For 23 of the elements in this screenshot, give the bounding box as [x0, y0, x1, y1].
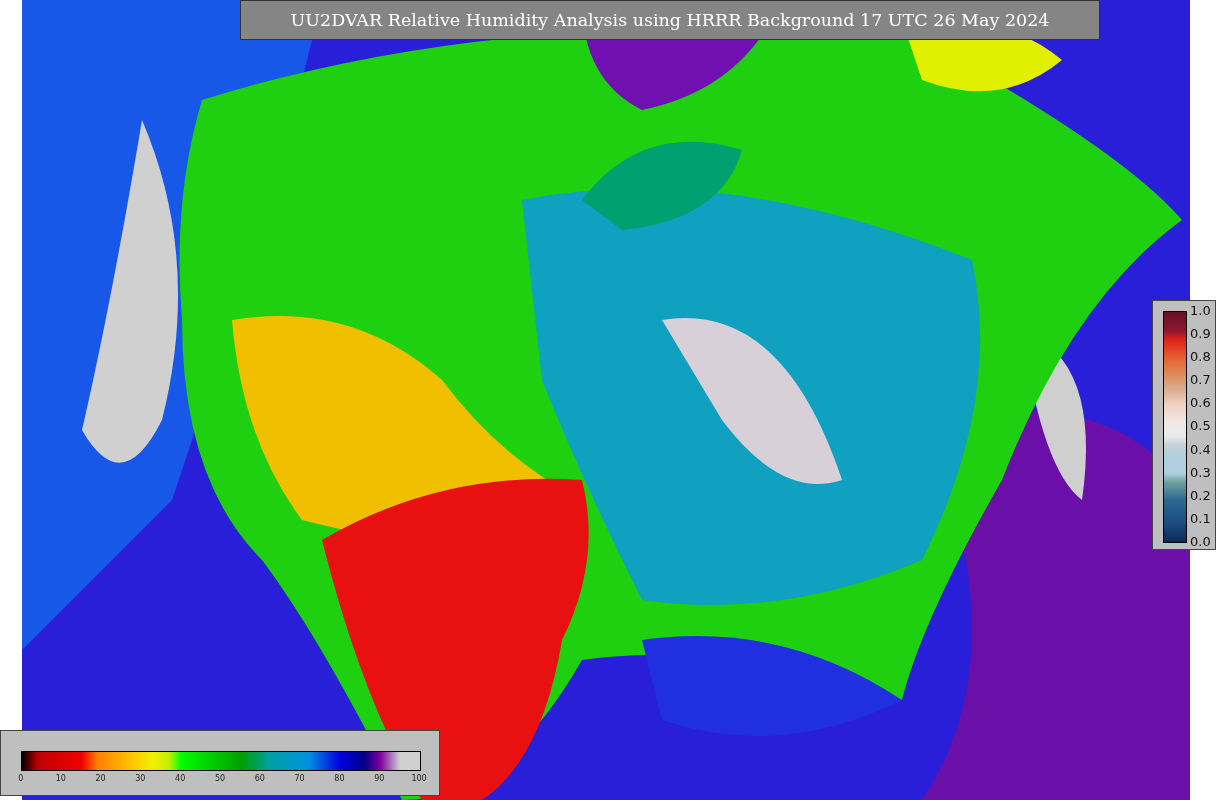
tick-label: 0.1 [1190, 510, 1211, 526]
tick-label: 40 [174, 774, 187, 783]
tick-label: 0.6 [1190, 395, 1211, 411]
tick-label: 0.4 [1190, 441, 1211, 457]
tick-label: 0.8 [1190, 349, 1211, 365]
tick-label: 0 [17, 774, 25, 783]
tick-label: 10 [54, 774, 67, 783]
tick-label: 0.0 [1190, 533, 1211, 549]
tick-label: 60 [253, 774, 266, 783]
tick-label: 0.3 [1190, 464, 1211, 480]
tick-label: 80 [333, 774, 346, 783]
tick-label: 1.0 [1190, 303, 1211, 318]
tick-label: 0.5 [1190, 418, 1211, 434]
tick-label: 70 [293, 774, 306, 783]
tick-label: 20 [94, 774, 107, 783]
tick-label: 100 [410, 774, 428, 783]
map-title: UU2DVAR Relative Humidity Analysis using HRRR Background 17 UTC 26 May 2024 [240, 0, 1100, 40]
tick-label: 90 [373, 774, 386, 783]
tick-label: 0.7 [1190, 372, 1211, 388]
tick-label: 0.9 [1190, 326, 1211, 342]
tick-label: 30 [134, 774, 147, 783]
tick-label: 50 [213, 774, 227, 783]
tick-label: 0.2 [1190, 487, 1211, 503]
